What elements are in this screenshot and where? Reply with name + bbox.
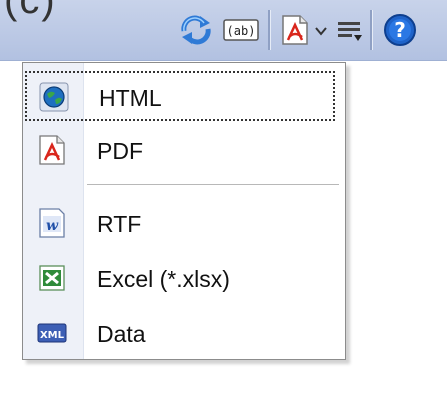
- menu-item-label: HTML: [99, 85, 162, 111]
- list-icon: [338, 22, 362, 41]
- chevron-down-icon: [315, 27, 327, 36]
- export-menu: HTML PDF w RTF Excel (*.xlsx) XML Data: [22, 62, 346, 360]
- svg-text:XML: XML: [40, 330, 65, 341]
- toolbar: (c) (ab) ?: [0, 0, 447, 61]
- menu-item-label: RTF: [97, 211, 142, 237]
- xml-icon: XML: [37, 323, 67, 343]
- globe-icon: [39, 82, 69, 112]
- menu-item-rtf[interactable]: w RTF: [25, 199, 335, 249]
- svg-text:(ab): (ab): [227, 24, 256, 38]
- toolbar-separator: [370, 10, 373, 50]
- window-title-fragment: (c): [4, 0, 57, 22]
- help-icon: ?: [384, 14, 416, 46]
- menu-item-label: Excel (*.xlsx): [97, 266, 230, 292]
- text-field-button[interactable]: (ab): [222, 13, 262, 47]
- refresh-icon: [181, 15, 211, 45]
- pdf-icon: [282, 15, 308, 45]
- help-button[interactable]: ?: [380, 13, 420, 47]
- toolbar-separator: [268, 10, 271, 50]
- svg-text:?: ?: [394, 18, 406, 42]
- list-button[interactable]: [334, 13, 366, 47]
- menu-item-pdf[interactable]: PDF: [25, 126, 335, 176]
- svg-text:w: w: [46, 218, 59, 234]
- text-field-icon: (ab): [223, 19, 259, 41]
- excel-icon: [39, 265, 65, 291]
- pdf-icon: [39, 135, 65, 165]
- word-icon: w: [39, 208, 65, 238]
- menu-item-html[interactable]: HTML: [25, 71, 335, 121]
- pdf-export-button[interactable]: [278, 13, 312, 47]
- refresh-button[interactable]: [178, 13, 214, 47]
- menu-item-label: PDF: [97, 138, 143, 164]
- menu-divider: [87, 184, 339, 185]
- menu-item-label: Data: [97, 321, 146, 347]
- export-dropdown-button[interactable]: [313, 13, 329, 47]
- menu-item-data[interactable]: XML Data: [25, 309, 335, 359]
- menu-item-excel[interactable]: Excel (*.xlsx): [25, 254, 335, 304]
